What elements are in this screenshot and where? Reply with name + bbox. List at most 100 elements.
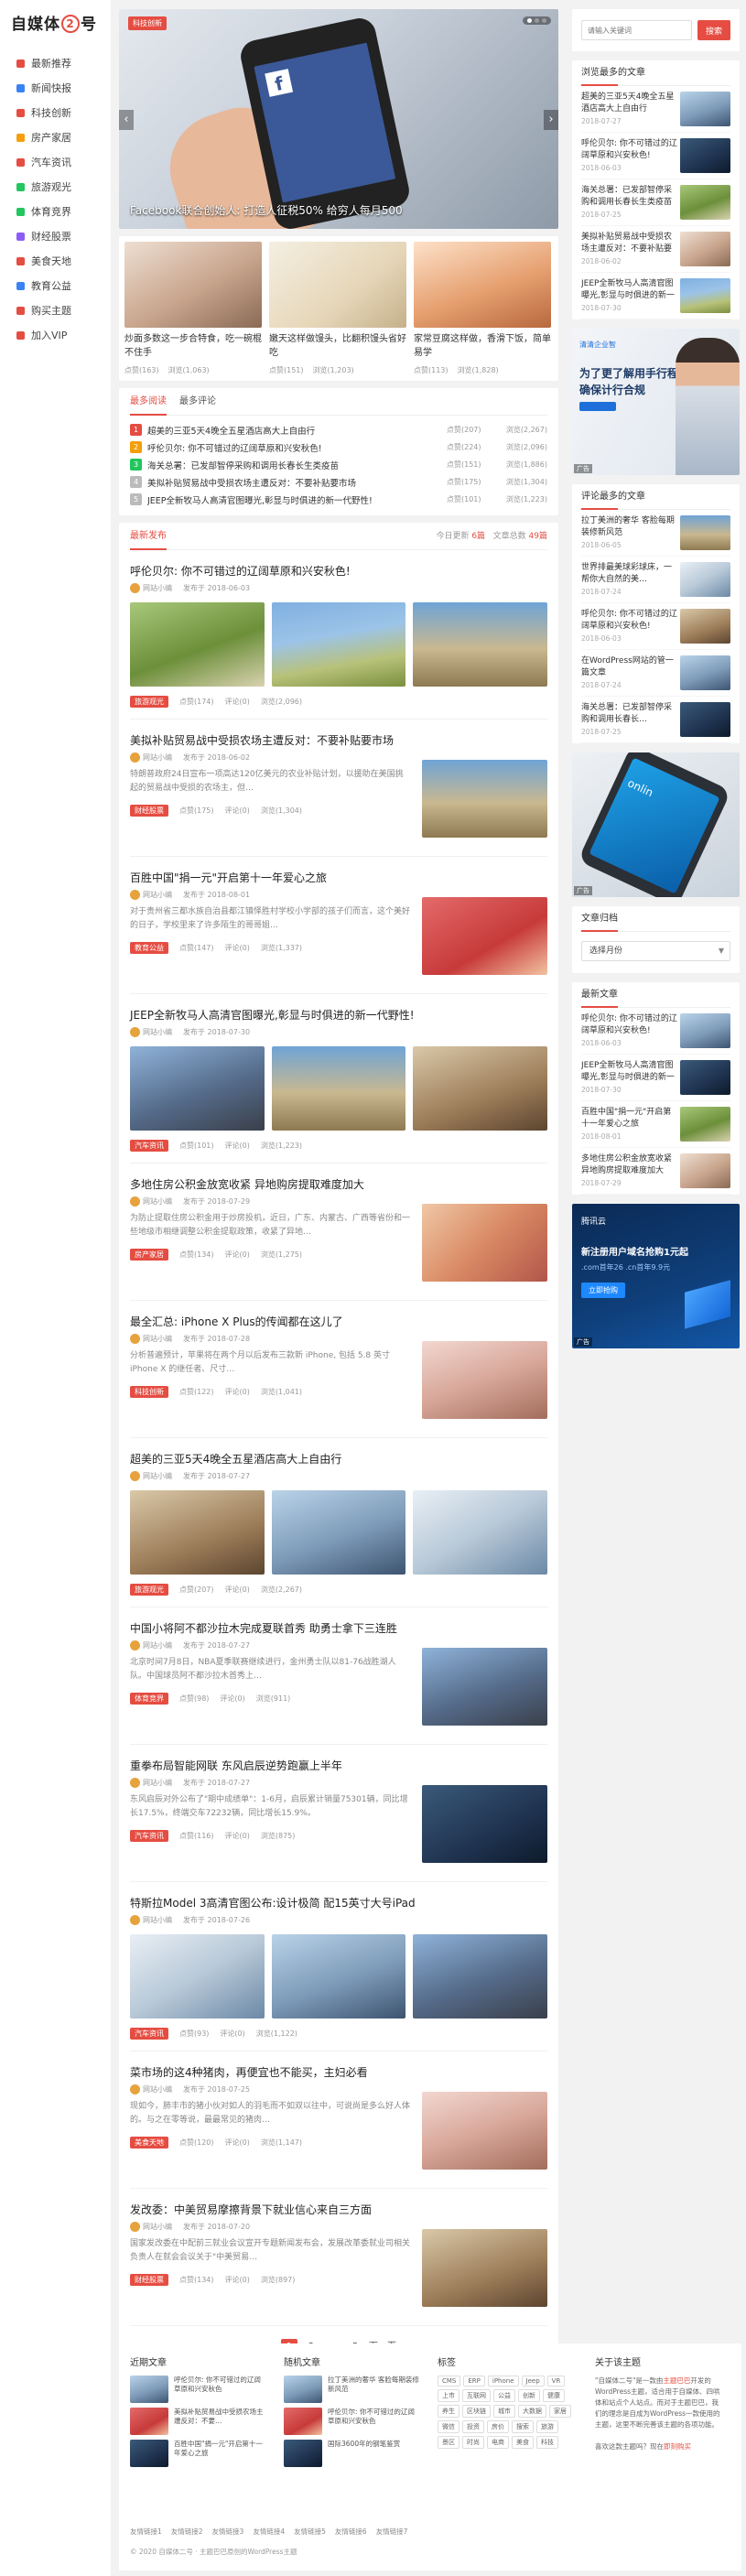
post-image[interactable] — [413, 1934, 548, 2019]
tag-link[interactable]: 养生 — [438, 2405, 459, 2418]
category-badge[interactable]: 科技创新 — [130, 1386, 168, 1398]
category-badge[interactable]: 汽车资讯 — [130, 1140, 168, 1152]
card-image[interactable] — [414, 242, 551, 328]
sidebar-thumbnail[interactable] — [680, 278, 730, 313]
post-image[interactable] — [271, 1046, 406, 1131]
post-author[interactable]: 网站小编 — [130, 1640, 172, 1651]
hot-item[interactable]: 3 海关总署：已发部智停采购和调用长春长生类疫苗 点赞(151) 浏览(1,886) — [130, 456, 547, 473]
tag-link[interactable]: 美食 — [512, 2436, 534, 2449]
tag-link[interactable]: 投资 — [462, 2420, 484, 2433]
card-title[interactable]: 炒面多数这一步合特食，吃一碗棍不住手 — [124, 332, 262, 360]
ad-banner-3[interactable]: 腾讯云 新注册用户域名抢购1元起 .com首年26 .cn首年9.9元 立即抢购… — [572, 1204, 740, 1348]
card-image[interactable] — [269, 242, 406, 328]
sidebar-post[interactable]: 呼伦贝尔: 你不可错过的辽阔草原和兴安秋色! 2018-06-03 — [581, 1008, 730, 1055]
nav-item[interactable]: 新闻快报 — [0, 76, 111, 101]
tab-latest[interactable]: 最新发布 — [130, 523, 167, 550]
sidebar-post[interactable]: JEEP全新牧马人高清官图曝光,彰显与时俱进的新一代野性! 2018-07-30 — [581, 273, 730, 319]
post-thumbnail[interactable] — [422, 1204, 547, 1282]
tag-link[interactable]: iPhone — [487, 2376, 519, 2387]
post-author[interactable]: 网站小编 — [130, 890, 172, 900]
sidebar-post[interactable]: 美拟补贴贸易战中受损农场主遭反对：不要补贴要市场 2018-06-02 — [581, 226, 730, 273]
footer-post[interactable]: 呼伦贝尔: 你不可错过的辽阔草原和兴安秋色 — [130, 2376, 267, 2403]
nav-item[interactable]: 最新推荐 — [0, 51, 111, 76]
tab-most-read[interactable]: 最多阅读 — [130, 388, 167, 416]
post-title[interactable]: 菜市场的这4种猪肉，再便宜也不能买，主妇必看 — [130, 2051, 410, 2081]
post-author[interactable]: 网站小编 — [130, 583, 172, 593]
tag-link[interactable]: 创新 — [518, 2389, 540, 2402]
sidebar-thumbnail[interactable] — [680, 655, 730, 690]
post-author[interactable]: 网站小编 — [130, 1196, 172, 1207]
post-author[interactable]: 网站小编 — [130, 1915, 172, 1925]
post-author[interactable]: 网站小编 — [130, 2084, 172, 2094]
footer-thumbnail[interactable] — [130, 2440, 168, 2467]
buy-link[interactable]: 即刻购买 — [664, 2442, 691, 2451]
slider-category-badge[interactable]: 科技创新 — [128, 16, 167, 30]
post-title[interactable]: 最全汇总: iPhone X Plus的传闻都在这儿了 — [130, 1301, 410, 1330]
sidebar-post-title[interactable]: 拉丁美洲的奢华 客脸每期装修新风范 — [581, 515, 677, 539]
sidebar-thumbnail[interactable] — [680, 609, 730, 644]
post-title[interactable]: 特斯拉Model 3高清官图公布:设计极简 配15英寸大号iPad — [130, 1882, 547, 1911]
friend-link[interactable]: 友情链接1 — [130, 2527, 162, 2537]
sidebar-post-title[interactable]: 呼伦贝尔: 你不可错过的辽阔草原和兴安秋色! — [581, 138, 677, 162]
post-image[interactable] — [130, 1490, 265, 1575]
tab-most-commented[interactable]: 最多评论 — [179, 388, 216, 416]
post-title[interactable]: 超美的三亚5天4晚全五星酒店高大上自由行 — [130, 1438, 547, 1467]
sidebar-thumbnail[interactable] — [680, 1060, 730, 1095]
hot-item-title[interactable]: 美拟补贴贸易战中受损农场主遭反对：不要补贴要市场 — [147, 476, 447, 489]
sidebar-post-title[interactable]: JEEP全新牧马人高清官图曝光,彰显与时俱进的新一代野性! — [581, 278, 677, 302]
post-image[interactable] — [130, 1934, 265, 2019]
nav-item[interactable]: 财经股票 — [0, 224, 111, 249]
sidebar-post[interactable]: 多地住房公积金放宽收紧 异地购房提取难度加大 2018-07-29 — [581, 1148, 730, 1195]
post-author[interactable]: 网站小编 — [130, 1027, 172, 1037]
sidebar-post[interactable]: 呼伦贝尔: 你不可错过的辽阔草原和兴安秋色! 2018-06-03 — [581, 603, 730, 650]
post-title[interactable]: 中国小将阿不都沙拉木完成夏联首秀 助勇士拿下三连胜 — [130, 1607, 410, 1637]
post-image[interactable] — [271, 1934, 406, 2019]
post-image[interactable] — [413, 1046, 548, 1131]
nav-item[interactable]: 汽车资讯 — [0, 150, 111, 175]
footer-post-title[interactable]: 百胜中国"捐一元"开启第十一年爱心之旅 — [174, 2440, 267, 2467]
post-author[interactable]: 网站小编 — [130, 1471, 172, 1481]
sidebar-post-title[interactable]: 超美的三亚5天4晚全五星酒店高大上自由行 — [581, 92, 677, 115]
sidebar-post[interactable]: JEEP全新牧马人高清官图曝光,彰显与时俱进的新一代野性! 2018-07-30 — [581, 1055, 730, 1101]
post-title[interactable]: 发改委：中美贸易摩擦背景下就业信心来自三方面 — [130, 2189, 410, 2218]
post-title[interactable]: 百胜中国"捐一元"开启第十一年爱心之旅 — [130, 857, 410, 886]
footer-post-title[interactable]: 呼伦贝尔: 你不可错过的辽阔草原和兴安秋色 — [328, 2408, 421, 2435]
tag-link[interactable]: VR — [546, 2376, 566, 2387]
tag-link[interactable]: 景区 — [438, 2436, 459, 2449]
nav-item[interactable]: 房产家居 — [0, 125, 111, 150]
post-title[interactable]: JEEP全新牧马人高清官图曝光,彰显与时俱进的新一代野性! — [130, 994, 547, 1023]
sidebar-thumbnail[interactable] — [680, 1013, 730, 1048]
post-title[interactable]: 重拳布局智能网联 东风启辰逆势跑赢上半年 — [130, 1745, 410, 1774]
post-image[interactable] — [413, 602, 548, 687]
post-author[interactable]: 网站小编 — [130, 752, 172, 763]
footer-thumbnail[interactable] — [284, 2440, 322, 2467]
friend-link[interactable]: 友情链接2 — [171, 2527, 203, 2537]
hot-item-title[interactable]: 海关总署：已发部智停采购和调用长春长生类疫苗 — [147, 459, 447, 471]
post-thumbnail[interactable] — [422, 2092, 547, 2170]
sidebar-post-title[interactable]: 多地住房公积金放宽收紧 异地购房提取难度加大 — [581, 1153, 677, 1177]
hot-item[interactable]: 2 呼伦贝尔: 你不可错过的辽阔草原和兴安秋色! 点赞(224) 浏览(2,096) — [130, 438, 547, 456]
hot-item-title[interactable]: 超美的三亚5天4晚全五星酒店高大上自由行 — [147, 424, 447, 437]
hot-item[interactable]: 5 JEEP全新牧马人高清官图曝光,彰显与时俱进的新一代野性! 点赞(101) 浏览(… — [130, 491, 547, 508]
tag-link[interactable]: 大数据 — [518, 2405, 546, 2418]
sidebar-thumbnail[interactable] — [680, 185, 730, 220]
slider-dots[interactable] — [523, 16, 551, 25]
archive-month-select[interactable]: 选择月份 ▼ — [581, 941, 730, 961]
featured-card[interactable]: 炒面多数这一步合特食，吃一碗棍不住手 点赞(163) 浏览(1,063) — [124, 242, 262, 375]
category-badge[interactable]: 旅游观光 — [130, 1584, 168, 1596]
sidebar-post-title[interactable]: 呼伦贝尔: 你不可错过的辽阔草原和兴安秋色! — [581, 1013, 677, 1037]
category-badge[interactable]: 财经股票 — [130, 805, 168, 817]
friend-link[interactable]: 友情链接7 — [376, 2527, 408, 2537]
sidebar-post-title[interactable]: 海关总署：已发部智停采购和调用长春长生类疫苗 — [581, 185, 677, 209]
tag-link[interactable]: 互联网 — [462, 2389, 491, 2402]
sidebar-thumbnail[interactable] — [680, 562, 730, 597]
tag-link[interactable]: 科技 — [536, 2436, 558, 2449]
category-badge[interactable]: 汽车资讯 — [130, 1830, 168, 1842]
tag-link[interactable]: 微信 — [438, 2420, 459, 2433]
hero-slider[interactable]: f 科技创新 ‹ › Facebook联合创始人: 打造人征税50% 给穷人每月… — [119, 9, 558, 229]
hot-item[interactable]: 4 美拟补贴贸易战中受损农场主遭反对：不要补贴要市场 点赞(175) 浏览(1,304… — [130, 473, 547, 491]
category-badge[interactable]: 教育公益 — [130, 942, 168, 954]
category-badge[interactable]: 旅游观光 — [130, 696, 168, 708]
footer-thumbnail[interactable] — [284, 2376, 322, 2403]
search-input[interactable] — [581, 20, 692, 40]
